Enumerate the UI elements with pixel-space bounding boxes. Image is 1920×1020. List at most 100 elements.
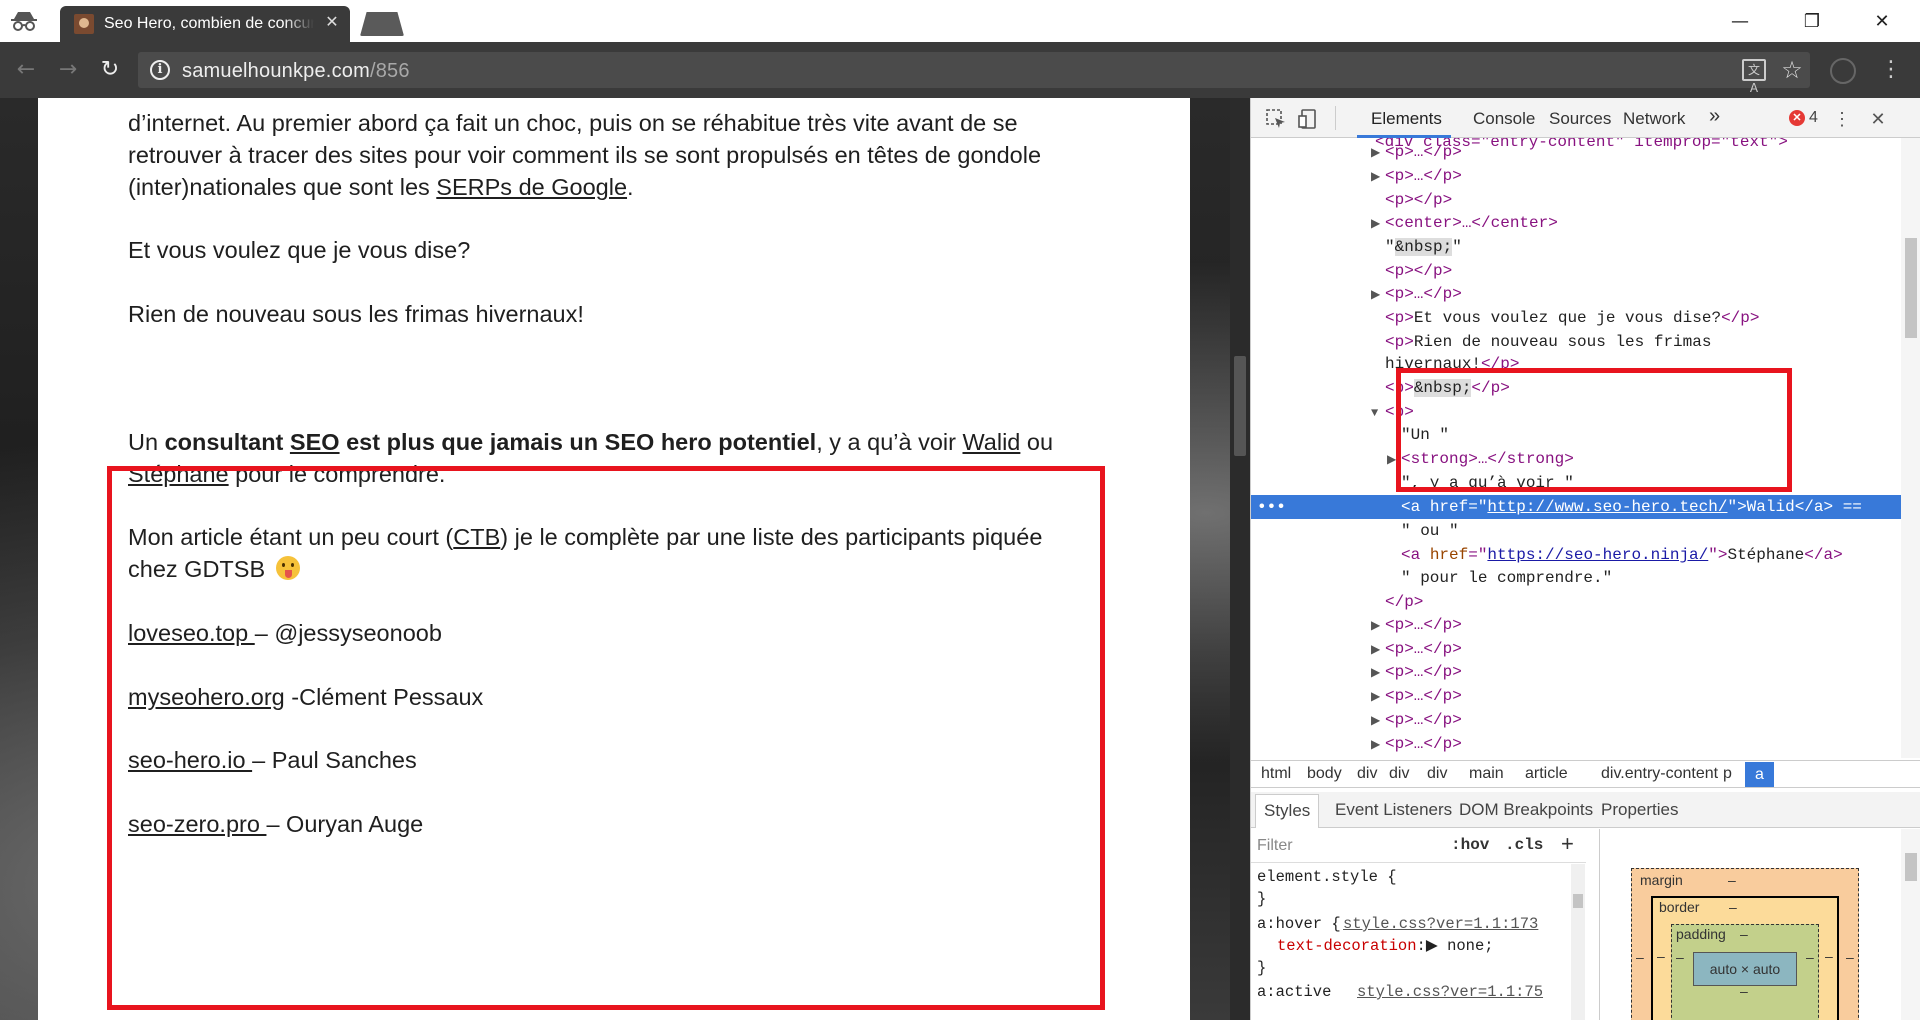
dom-node-close[interactable]: </p> bbox=[1385, 590, 1901, 614]
breadcrumb-item-active[interactable]: a bbox=[1745, 762, 1774, 787]
style-rule-selector[interactable]: a:hover { bbox=[1257, 915, 1341, 933]
expand-arrow-icon[interactable]: ▶ bbox=[1371, 661, 1385, 685]
browser-tab[interactable]: Seo Hero, combien de concurrents ? ✕ bbox=[60, 6, 350, 42]
expand-arrow-icon[interactable]: ▶ bbox=[1371, 733, 1385, 757]
box-model-scrollbar-thumb[interactable] bbox=[1905, 853, 1917, 881]
dom-href-link[interactable]: http://www.seo-hero.tech/ bbox=[1487, 498, 1727, 516]
extension-icon[interactable] bbox=[1830, 58, 1856, 84]
dom-node[interactable]: <p>Et vous voulez que je vous dise?</p> bbox=[1385, 306, 1901, 330]
page-scrollbar[interactable] bbox=[1230, 98, 1250, 1020]
tab-properties[interactable]: Properties bbox=[1601, 800, 1678, 820]
dom-scrollbar-thumb[interactable] bbox=[1905, 238, 1917, 338]
expand-arrow-icon[interactable]: ▶ bbox=[1426, 937, 1438, 955]
site-info-icon[interactable]: i bbox=[150, 60, 170, 80]
style-declaration[interactable]: text-decoration:▶ none; bbox=[1277, 935, 1494, 957]
box-model-scrollbar[interactable] bbox=[1901, 829, 1920, 1020]
more-tabs-icon[interactable]: » bbox=[1709, 105, 1720, 128]
dom-scrollbar[interactable] bbox=[1901, 138, 1920, 758]
tab-event-listeners[interactable]: Event Listeners bbox=[1335, 800, 1452, 820]
tab-network[interactable]: Network bbox=[1623, 109, 1685, 129]
expand-arrow-icon[interactable]: ▶ bbox=[1371, 283, 1385, 307]
minimize-button[interactable]: — bbox=[1710, 0, 1770, 42]
dom-text-node[interactable]: " pour le comprendre." bbox=[1401, 566, 1901, 590]
serps-google-link[interactable]: SERPs de Google bbox=[436, 174, 627, 200]
expand-arrow-icon[interactable]: ▶ bbox=[1371, 141, 1385, 165]
error-count[interactable]: 4 bbox=[1809, 109, 1818, 127]
breadcrumb-item[interactable]: div.entry-content bbox=[1601, 765, 1718, 783]
forward-button[interactable]: → bbox=[52, 54, 84, 86]
tab-sources[interactable]: Sources bbox=[1549, 109, 1611, 129]
walid-link[interactable]: Walid bbox=[962, 429, 1020, 455]
dom-node[interactable]: ▶ <center>…</center> bbox=[1371, 211, 1901, 235]
tab-console[interactable]: Console bbox=[1473, 109, 1535, 129]
browser-toolbar: ← → ↻ i samuelhounkpe.com/856 文A ☆ ⋮ bbox=[0, 42, 1920, 98]
box-model-content[interactable]: auto × auto bbox=[1693, 952, 1797, 986]
error-icon[interactable]: ✕ bbox=[1789, 110, 1805, 126]
hover-state-toggle[interactable]: :hov bbox=[1451, 836, 1489, 854]
reload-button[interactable]: ↻ bbox=[94, 54, 126, 86]
styles-scrollbar[interactable] bbox=[1571, 864, 1585, 1020]
dom-node[interactable]: ▶ <p>…</p> bbox=[1371, 140, 1901, 164]
style-source-link[interactable]: style.css?ver=1.1:75 bbox=[1357, 981, 1543, 1003]
breadcrumb-item[interactable]: html bbox=[1261, 765, 1291, 783]
dom-node-selected[interactable]: ••• <a href="http://www.seo-hero.tech/">W… bbox=[1251, 495, 1901, 519]
dom-node[interactable]: ▶ <p>…</p> bbox=[1371, 660, 1901, 684]
dom-node[interactable]: ▶ <p>…</p> bbox=[1371, 684, 1901, 708]
dom-node[interactable]: <p></p> bbox=[1385, 188, 1901, 212]
class-toggle[interactable]: .cls bbox=[1505, 836, 1543, 854]
new-style-rule-button[interactable]: + bbox=[1561, 831, 1574, 857]
style-rule-selector[interactable]: element.style { bbox=[1257, 866, 1397, 888]
styles-scrollbar-thumb[interactable] bbox=[1573, 894, 1583, 908]
tab-styles[interactable]: Styles bbox=[1255, 794, 1320, 828]
back-button[interactable]: ← bbox=[10, 54, 42, 86]
styles-filter-input[interactable]: Filter bbox=[1257, 837, 1293, 855]
pane-divider[interactable] bbox=[1599, 829, 1600, 1020]
dom-text-node[interactable]: " ou " bbox=[1401, 519, 1901, 543]
expand-arrow-icon[interactable]: ▶ bbox=[1371, 614, 1385, 638]
style-source-link[interactable]: style.css?ver=1.1:173 bbox=[1343, 913, 1538, 935]
restore-button[interactable]: ❐ bbox=[1782, 0, 1842, 42]
breadcrumb-item[interactable]: main bbox=[1469, 765, 1504, 783]
close-window-button[interactable]: ✕ bbox=[1852, 0, 1912, 42]
dom-text-node[interactable]: "&nbsp;" bbox=[1385, 235, 1901, 259]
browser-menu-icon[interactable]: ⋮ bbox=[1880, 56, 1902, 84]
url-text[interactable]: samuelhounkpe.com/856 bbox=[182, 60, 410, 83]
dom-href-link[interactable]: https://seo-hero.ninja/ bbox=[1487, 546, 1708, 564]
seo-link[interactable]: SEO bbox=[290, 429, 340, 455]
dom-node[interactable]: ▶ <p>…</p> bbox=[1371, 164, 1901, 188]
breadcrumb-item[interactable]: article bbox=[1525, 765, 1568, 783]
expand-arrow-icon[interactable]: ▶ bbox=[1371, 709, 1385, 733]
address-bar[interactable]: i samuelhounkpe.com/856 文A ☆ bbox=[138, 52, 1810, 95]
expand-arrow-icon[interactable]: ▶ bbox=[1371, 685, 1385, 709]
dom-node[interactable]: ▶ <p>…</p> bbox=[1371, 637, 1901, 661]
device-toolbar-icon[interactable] bbox=[1297, 108, 1319, 130]
expand-arrow-icon[interactable]: ▶ bbox=[1371, 165, 1385, 189]
expand-arrow-icon[interactable]: ▶ bbox=[1371, 212, 1385, 236]
breadcrumb-item[interactable]: div bbox=[1427, 765, 1447, 783]
breadcrumb-item[interactable]: div bbox=[1389, 765, 1409, 783]
breadcrumb-item[interactable]: div bbox=[1357, 765, 1377, 783]
dom-node[interactable]: <p></p> bbox=[1385, 259, 1901, 283]
devtools-menu-icon[interactable]: ⋮ bbox=[1831, 108, 1853, 130]
collapse-arrow-icon[interactable]: ▼ bbox=[1371, 401, 1385, 425]
inspect-element-icon[interactable] bbox=[1265, 108, 1287, 130]
breadcrumb-item[interactable]: body bbox=[1307, 765, 1342, 783]
breadcrumb-item[interactable]: p bbox=[1723, 765, 1732, 783]
bookmark-star-icon[interactable]: ☆ bbox=[1778, 55, 1806, 85]
translate-icon[interactable]: 文A bbox=[1742, 59, 1766, 95]
tab-elements[interactable]: Elements bbox=[1371, 109, 1442, 129]
tab-dom-breakpoints[interactable]: DOM Breakpoints bbox=[1459, 800, 1593, 820]
more-actions-icon[interactable]: ••• bbox=[1257, 495, 1286, 519]
dom-node[interactable]: <p>Rien de nouveau sous les frimas bbox=[1385, 330, 1901, 354]
tab-close-icon[interactable]: ✕ bbox=[322, 12, 342, 32]
dom-node[interactable]: ▶ <p>…</p> bbox=[1371, 282, 1901, 306]
dom-node[interactable]: ▶ <p>…</p> bbox=[1371, 708, 1901, 732]
page-scrollbar-thumb[interactable] bbox=[1234, 356, 1246, 456]
style-rule-selector[interactable]: a:active bbox=[1257, 983, 1331, 1001]
devtools-close-icon[interactable]: ✕ bbox=[1867, 108, 1889, 130]
new-tab-button[interactable] bbox=[360, 12, 404, 36]
dom-node[interactable]: ▶ <p>…</p> bbox=[1371, 613, 1901, 637]
expand-arrow-icon[interactable]: ▶ bbox=[1371, 638, 1385, 662]
dom-node[interactable]: ▶ <p>…</p> bbox=[1371, 732, 1901, 756]
dom-node[interactable]: <a href="https://seo-hero.ninja/">Stépha… bbox=[1401, 543, 1901, 567]
